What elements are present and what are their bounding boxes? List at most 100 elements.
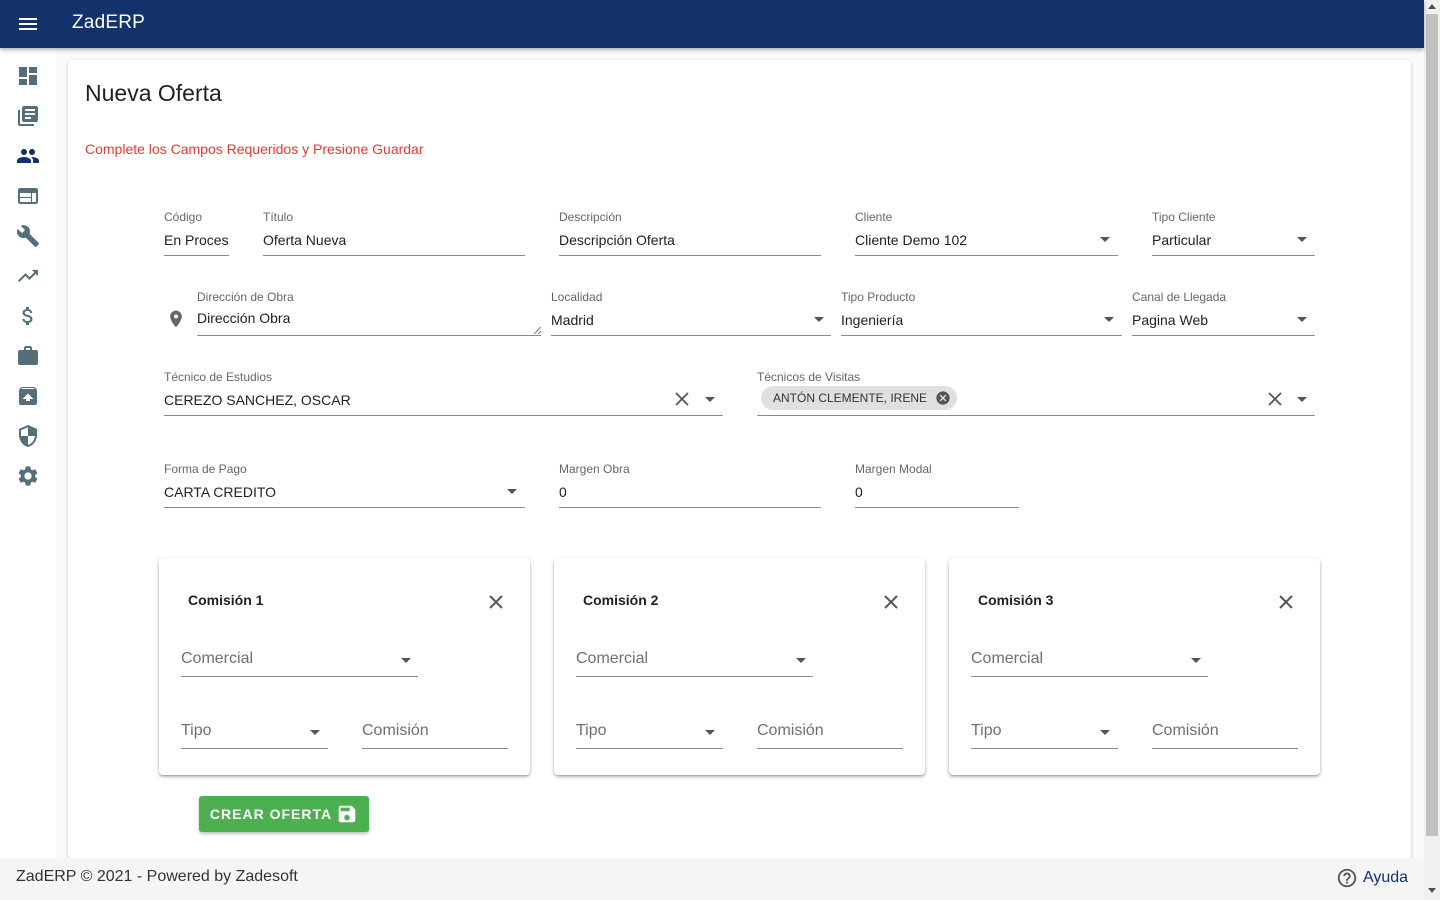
chevron-down-icon xyxy=(1297,237,1307,242)
dollar-icon[interactable] xyxy=(16,304,40,328)
chevron-down-icon xyxy=(1297,397,1307,402)
tecnico-estudios-label: Técnico de Estudios xyxy=(164,370,273,384)
localidad-select[interactable]: Localidad Madrid xyxy=(551,290,831,336)
tecnicos-visitas-select[interactable]: Técnicos de Visitas ANTÓN CLEMENTE, IREN… xyxy=(757,370,1315,416)
descripcion-label: Descripción xyxy=(559,210,622,224)
archive-upload-icon[interactable] xyxy=(16,384,40,408)
cliente-label: Cliente xyxy=(855,210,893,224)
chip-remove-icon[interactable] xyxy=(935,390,951,406)
comercial-select[interactable]: Comercial xyxy=(576,650,648,668)
resize-handle-icon[interactable] xyxy=(533,326,541,334)
codigo-label: Código xyxy=(164,210,203,224)
clear-icon[interactable] xyxy=(675,392,689,406)
scroll-down-arrow-icon[interactable] xyxy=(1428,888,1436,893)
titulo-value: Oferta Nueva xyxy=(263,232,347,248)
cliente-value: Cliente Demo 102 xyxy=(855,232,968,248)
close-icon[interactable] xyxy=(488,594,504,610)
tipo-producto-label: Tipo Producto xyxy=(841,290,916,304)
technician-chip-label: ANTÓN CLEMENTE, IRENE xyxy=(773,391,928,405)
tipo-producto-value: Ingeniería xyxy=(841,312,904,328)
chevron-down-icon xyxy=(1297,317,1307,322)
close-icon[interactable] xyxy=(883,594,899,610)
page-title: Nueva Oferta xyxy=(85,80,222,106)
library-books-icon[interactable] xyxy=(16,104,40,128)
tecnico-estudios-select[interactable]: Técnico de Estudios CEREZO SANCHEZ, OSCA… xyxy=(164,370,723,416)
direccion-value: Dirección Obra xyxy=(197,310,291,326)
menu-icon[interactable] xyxy=(16,12,40,36)
tipo-producto-select[interactable]: Tipo Producto Ingeniería xyxy=(841,290,1122,336)
tipo-cliente-value: Particular xyxy=(1152,232,1212,248)
chevron-down-icon xyxy=(796,658,806,663)
margen-modal-field[interactable]: Margen Modal 0 xyxy=(855,462,1019,508)
chevron-down-icon xyxy=(1100,237,1110,242)
help-label: Ayuda xyxy=(1363,869,1409,886)
comision-card-1: Comisión 1 Comercial Tipo Comisión xyxy=(159,558,530,775)
crear-oferta-label: CREAR OFERTA xyxy=(209,806,333,822)
titulo-field[interactable]: Título Oferta Nueva xyxy=(263,210,525,256)
comision-title: Comisión 1 xyxy=(188,592,264,608)
chevron-down-icon xyxy=(507,489,517,494)
direccion-label: Dirección de Obra xyxy=(197,290,294,304)
margen-obra-field[interactable]: Margen Obra 0 xyxy=(559,462,821,508)
footer: ZadERP © 2021 - Powered by Zadesoft xyxy=(0,858,1424,900)
app-title: ZadERP xyxy=(72,12,146,33)
forma-pago-value: CARTA CREDITO xyxy=(164,484,277,500)
forma-pago-select[interactable]: Forma de Pago CARTA CREDITO xyxy=(164,462,525,508)
dashboard-icon[interactable] xyxy=(16,64,40,88)
scroll-up-arrow-icon[interactable] xyxy=(1428,4,1436,9)
tipo-select[interactable]: Tipo xyxy=(576,722,607,740)
direccion-obra-textarea[interactable]: Dirección de Obra Dirección Obra xyxy=(197,290,541,336)
margen-modal-label: Margen Modal xyxy=(855,462,932,476)
help-circle-icon xyxy=(1337,868,1357,888)
tipo-cliente-label: Tipo Cliente xyxy=(1152,210,1216,224)
descripcion-value: Descripción Oferta xyxy=(559,232,675,248)
briefcase-icon[interactable] xyxy=(16,344,40,368)
web-window-icon[interactable] xyxy=(16,184,40,208)
sidebar xyxy=(0,48,56,858)
chevron-down-icon xyxy=(1104,317,1114,322)
chevron-down-icon xyxy=(814,317,824,322)
trending-up-icon[interactable] xyxy=(16,264,40,288)
comision-input[interactable]: Comisión xyxy=(757,722,824,740)
localidad-label: Localidad xyxy=(551,290,603,304)
help-link[interactable]: Ayuda xyxy=(1336,867,1408,889)
margen-obra-value: 0 xyxy=(559,484,567,500)
save-icon xyxy=(338,805,356,823)
security-shield-icon[interactable] xyxy=(16,424,40,448)
chevron-down-icon xyxy=(705,397,715,402)
localidad-value: Madrid xyxy=(551,312,594,328)
comision-input[interactable]: Comisión xyxy=(1152,722,1219,740)
cliente-select[interactable]: Cliente Cliente Demo 102 xyxy=(855,210,1118,256)
canal-llegada-select[interactable]: Canal de Llegada Pagina Web xyxy=(1132,290,1315,336)
codigo-field[interactable]: Código En Proceso xyxy=(164,210,229,256)
titulo-label: Título xyxy=(263,210,294,224)
crear-oferta-button[interactable]: CREAR OFERTA xyxy=(199,796,369,832)
canal-label: Canal de Llegada xyxy=(1132,290,1227,304)
tipo-cliente-select[interactable]: Tipo Cliente Particular xyxy=(1152,210,1315,256)
comision-title: Comisión 3 xyxy=(978,592,1054,608)
comercial-select[interactable]: Comercial xyxy=(971,650,1043,668)
clear-icon[interactable] xyxy=(1268,392,1282,406)
comision-card-2: Comisión 2 Comercial Tipo Comisión xyxy=(554,558,925,775)
vertical-scrollbar[interactable] xyxy=(1424,0,1440,900)
codigo-value: En Proceso xyxy=(164,232,229,248)
tipo-select[interactable]: Tipo xyxy=(181,722,212,740)
wrench-icon[interactable] xyxy=(16,224,40,248)
comision-input[interactable]: Comisión xyxy=(362,722,429,740)
margen-modal-value: 0 xyxy=(855,484,863,500)
canal-value: Pagina Web xyxy=(1132,312,1209,328)
technician-chip[interactable]: ANTÓN CLEMENTE, IRENE xyxy=(761,386,958,410)
location-pin-icon xyxy=(166,308,186,330)
gear-icon[interactable] xyxy=(16,464,40,488)
required-fields-warning: Complete los Campos Requeridos y Presion… xyxy=(85,141,424,157)
people-icon[interactable] xyxy=(16,144,40,168)
tipo-select[interactable]: Tipo xyxy=(971,722,1002,740)
close-icon[interactable] xyxy=(1278,594,1294,610)
forma-pago-label: Forma de Pago xyxy=(164,462,247,476)
chevron-down-icon xyxy=(1100,730,1110,735)
comercial-select[interactable]: Comercial xyxy=(181,650,253,668)
comision-card-3: Comisión 3 Comercial Tipo Comisión xyxy=(949,558,1320,775)
scroll-thumb[interactable] xyxy=(1426,14,1438,836)
chevron-down-icon xyxy=(310,730,320,735)
descripcion-field[interactable]: Descripción Descripción Oferta xyxy=(559,210,821,256)
